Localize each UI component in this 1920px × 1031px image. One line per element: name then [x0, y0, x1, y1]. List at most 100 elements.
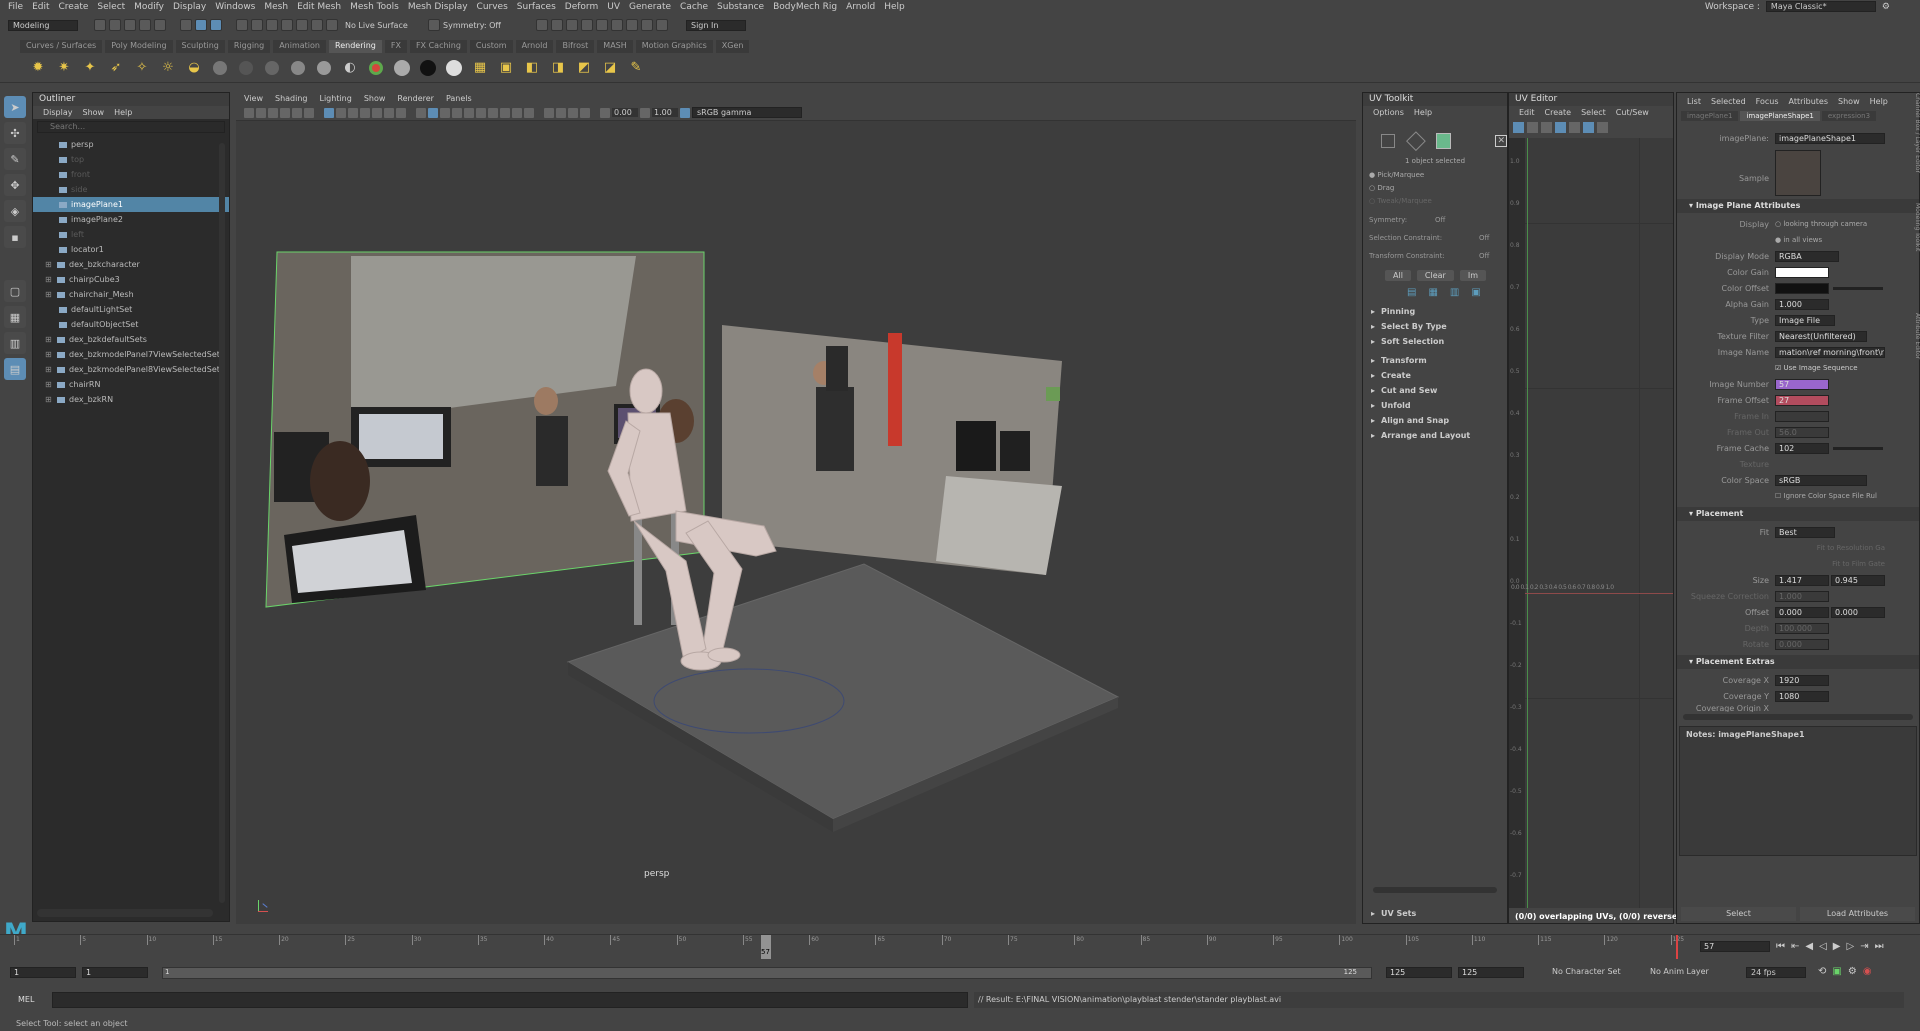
rotate-tool-icon[interactable]: ◈: [4, 200, 26, 222]
attr-menu-list[interactable]: List: [1687, 97, 1701, 106]
range-handle-start[interactable]: 1: [165, 968, 169, 976]
image-plane-icon[interactable]: [280, 107, 290, 118]
expand-icon[interactable]: ⊞: [45, 362, 53, 377]
outliner-menu-display[interactable]: Display: [43, 108, 73, 117]
menu-cache[interactable]: Cache: [680, 2, 708, 12]
anti-aliasing-icon[interactable]: [512, 107, 522, 118]
smooth-shade-icon[interactable]: [428, 107, 438, 118]
menu-mesh-display[interactable]: Mesh Display: [408, 2, 468, 12]
select-camera-icon[interactable]: [244, 107, 254, 118]
shelf-tab-curves-surfaces[interactable]: Curves / Surfaces: [20, 40, 103, 53]
step-forward-key-icon[interactable]: ⇥: [1860, 941, 1868, 952]
arnold-standard-icon[interactable]: [366, 58, 386, 78]
shadows-icon[interactable]: [476, 107, 486, 118]
uv-button-im[interactable]: Im: [1459, 270, 1486, 281]
outliner-item[interactable]: imagePlane2: [33, 212, 229, 227]
isolate-select-icon[interactable]: [544, 107, 554, 118]
color-offset-swatch[interactable]: [1775, 282, 1829, 294]
grease-pencil-icon[interactable]: [304, 107, 314, 118]
expand-icon[interactable]: ⊞: [45, 347, 53, 362]
fit-to-film-button[interactable]: Fit to Film Gate: [1775, 560, 1885, 568]
shelf-tab-animation[interactable]: Animation: [273, 40, 326, 53]
uv-section-create[interactable]: ▸ Create: [1363, 368, 1507, 383]
field-chart-icon[interactable]: [372, 107, 382, 118]
display-radio-1[interactable]: ○ looking through camera: [1775, 220, 1867, 228]
exposure-icon[interactable]: [600, 107, 610, 118]
attr-menu-selected[interactable]: Selected: [1711, 97, 1746, 106]
uv-snapshot-icon[interactable]: [1597, 121, 1608, 133]
step-back-frame-icon[interactable]: ◀: [1805, 941, 1813, 952]
menu-help[interactable]: Help: [884, 2, 905, 12]
playback-start-field[interactable]: 1: [82, 967, 148, 978]
menu-edit[interactable]: Edit: [32, 2, 49, 12]
ramp-shader-icon[interactable]: [314, 58, 334, 78]
gamma-icon[interactable]: [640, 107, 650, 118]
use-image-sequence-checkbox[interactable]: ☑ Use Image Sequence: [1775, 364, 1858, 372]
attr-hscrollbar[interactable]: [1683, 714, 1913, 720]
render-frame-shelf-icon[interactable]: ▣: [496, 58, 516, 78]
select-object-icon[interactable]: [195, 19, 207, 31]
shelf-tab-bifrost[interactable]: Bifrost: [556, 40, 595, 53]
go-to-start-icon[interactable]: ⏮: [1776, 941, 1785, 952]
snap-curve-icon[interactable]: [251, 19, 263, 31]
outliner-item[interactable]: top: [33, 152, 229, 167]
coverage-x-field[interactable]: 1920: [1775, 674, 1829, 686]
image-name-field[interactable]: mation\ref morning\front\ref_: [1775, 346, 1885, 358]
toon-shader-icon[interactable]: ◐: [340, 58, 360, 78]
snap-surface-icon[interactable]: [296, 19, 308, 31]
load-attributes-button[interactable]: Load Attributes: [1800, 907, 1915, 921]
render-region-icon[interactable]: [536, 19, 548, 31]
open-scene-icon[interactable]: [109, 19, 121, 31]
menu-file[interactable]: File: [8, 2, 23, 12]
outliner-item[interactable]: imagePlane1: [33, 197, 229, 212]
uv-section-arrange-and-layout[interactable]: ▸ Arrange and Layout: [1363, 428, 1507, 443]
type-select[interactable]: Image File: [1775, 314, 1835, 326]
alpha-gain-field[interactable]: 1.000: [1775, 298, 1829, 310]
outliner-item[interactable]: front: [33, 167, 229, 182]
menu-windows[interactable]: Windows: [215, 2, 255, 12]
render-view-icon[interactable]: [611, 19, 623, 31]
edge-mode-icon[interactable]: [1405, 131, 1425, 151]
live-surface-label[interactable]: No Live Surface: [345, 21, 425, 30]
shelf-tab-xgen[interactable]: XGen: [715, 40, 750, 53]
frame-cache-slider[interactable]: [1833, 446, 1883, 450]
persp-outliner-layout-icon[interactable]: ▥: [4, 332, 26, 354]
attr-menu-focus[interactable]: Focus: [1756, 97, 1779, 106]
color-offset-slider[interactable]: [1833, 286, 1883, 290]
outliner-item[interactable]: side: [33, 182, 229, 197]
display-radio-2[interactable]: ● in all views: [1775, 236, 1822, 244]
shelf-tab-fx-caching[interactable]: FX Caching: [409, 40, 467, 53]
outliner-item[interactable]: defaultObjectSet: [33, 317, 229, 332]
black-sphere-icon[interactable]: [418, 58, 438, 78]
outliner-item[interactable]: ⊞ dex_bzkdefaultSets: [33, 332, 229, 347]
imageplane-field[interactable]: imagePlaneShape1: [1775, 133, 1885, 144]
selection-constraint-value[interactable]: Off: [1479, 234, 1489, 242]
uv-mode-icon[interactable]: ✕: [1495, 135, 1507, 147]
outliner-item[interactable]: ⊞ dex_bzkcharacter: [33, 257, 229, 272]
expand-icon[interactable]: ⊞: [45, 287, 53, 302]
expand-icon[interactable]: ⊞: [45, 392, 53, 407]
current-frame-field[interactable]: 57: [1700, 941, 1770, 952]
uv-editor-menu-select[interactable]: Select: [1581, 108, 1606, 117]
color-management-icon[interactable]: [680, 107, 690, 118]
skydome-light-icon[interactable]: ◒: [184, 58, 204, 78]
snap-vertex-icon[interactable]: [311, 19, 323, 31]
paint-select-icon[interactable]: ✎: [4, 148, 26, 170]
menu-modify[interactable]: Modify: [134, 2, 164, 12]
select-tool-icon[interactable]: ➤: [4, 96, 26, 118]
uv-section-soft-selection[interactable]: ▸ Soft Selection: [1363, 334, 1507, 349]
render-settings-icon[interactable]: [581, 19, 593, 31]
menu-bodymech-rig[interactable]: BodyMech Rig: [773, 2, 837, 12]
render-frame-icon[interactable]: [551, 19, 563, 31]
expand-icon[interactable]: ⊞: [45, 377, 53, 392]
redo-icon[interactable]: [154, 19, 166, 31]
depth-of-field-icon[interactable]: [524, 107, 534, 118]
workspace-lock-icon[interactable]: ⚙: [1882, 2, 1890, 12]
uv-section-transform[interactable]: ▸ Transform: [1363, 353, 1507, 368]
uv-section-pinning[interactable]: ▸ Pinning: [1363, 304, 1507, 319]
shelf-tab-rigging[interactable]: Rigging: [227, 40, 271, 53]
texture-filter-select[interactable]: Nearest(Unfiltered): [1775, 330, 1867, 342]
size-y-field[interactable]: 0.945: [1831, 574, 1885, 586]
color-gain-swatch[interactable]: [1775, 266, 1829, 278]
menu-display[interactable]: Display: [173, 2, 206, 12]
